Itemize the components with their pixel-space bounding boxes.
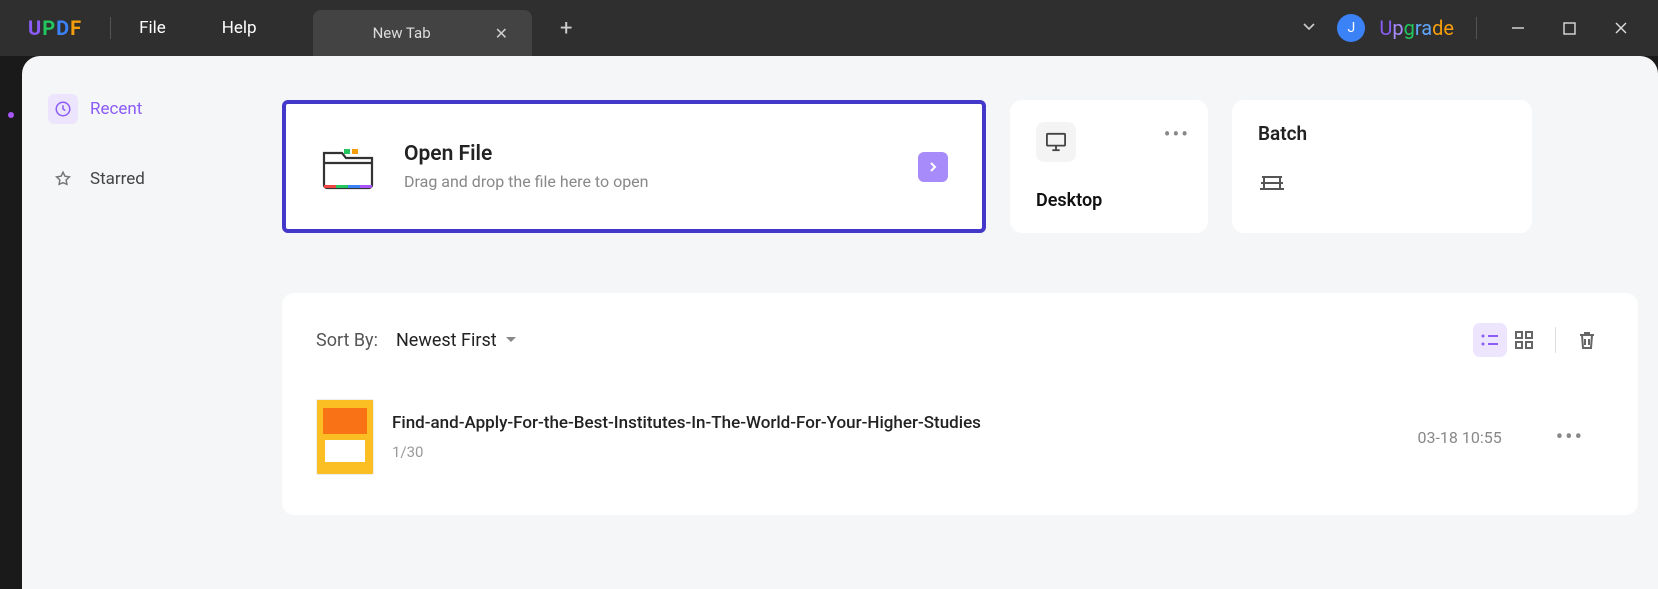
divider <box>1476 17 1477 39</box>
chevron-down-icon[interactable] <box>1295 12 1323 44</box>
menu-help[interactable]: Help <box>222 18 257 38</box>
more-icon[interactable]: ••• <box>1556 425 1584 450</box>
app-logo: UPDF <box>28 16 82 40</box>
upgrade-button[interactable]: Upgrade <box>1379 16 1454 40</box>
chevron-right-icon[interactable] <box>918 152 948 182</box>
avatar[interactable]: J <box>1337 14 1365 42</box>
sidebar: Recent Starred <box>22 56 202 589</box>
divider <box>1555 327 1556 353</box>
titlebar: UPDF File Help New Tab ✕ + J Upgrade <box>0 0 1658 56</box>
maximize-button[interactable] <box>1551 14 1588 43</box>
grid-view-button[interactable] <box>1507 323 1541 357</box>
sidebar-item-label: Recent <box>90 99 142 119</box>
clock-icon <box>48 94 78 124</box>
batch-label: Batch <box>1258 122 1506 145</box>
more-icon[interactable]: ••• <box>1164 122 1190 146</box>
sort-by-label: Sort By: <box>316 330 378 351</box>
add-tab-button[interactable]: + <box>560 16 572 41</box>
batch-card[interactable]: Batch <box>1232 100 1532 233</box>
close-icon[interactable]: ✕ <box>491 20 512 47</box>
stack-icon <box>1258 171 1506 199</box>
sidebar-item-label: Starred <box>90 169 145 189</box>
folder-icon <box>320 143 376 191</box>
divider <box>110 17 111 39</box>
sort-dropdown[interactable]: Newest First <box>396 330 517 351</box>
monitor-icon <box>1036 122 1076 162</box>
sidebar-item-starred[interactable]: Starred <box>34 154 190 204</box>
file-row[interactable]: Find-and-Apply-For-the-Best-Institutes-I… <box>316 399 1604 475</box>
file-pages: 1/30 <box>392 443 981 461</box>
trash-button[interactable] <box>1570 323 1604 357</box>
file-thumbnail <box>316 399 374 475</box>
list-view-button[interactable] <box>1473 323 1507 357</box>
caret-down-icon <box>505 335 517 345</box>
file-name: Find-and-Apply-For-the-Best-Institutes-I… <box>392 413 981 433</box>
open-file-title: Open File <box>404 142 649 166</box>
tab-new[interactable]: New Tab ✕ <box>313 10 532 56</box>
file-date: 03-18 10:55 <box>1418 428 1502 447</box>
sidebar-item-recent[interactable]: Recent <box>34 84 190 134</box>
star-icon <box>48 164 78 194</box>
desktop-label: Desktop <box>1036 190 1182 211</box>
close-button[interactable] <box>1602 13 1640 43</box>
tab-label: New Tab <box>373 24 431 42</box>
files-section: Sort By: Newest First <box>282 293 1638 515</box>
open-file-subtitle: Drag and drop the file here to open <box>404 172 649 191</box>
menu-file[interactable]: File <box>139 18 166 38</box>
minimize-button[interactable] <box>1499 13 1537 43</box>
open-file-card[interactable]: Open File Drag and drop the file here to… <box>282 100 986 233</box>
desktop-card[interactable]: ••• Desktop <box>1010 100 1208 233</box>
indicator-dot <box>8 112 14 118</box>
